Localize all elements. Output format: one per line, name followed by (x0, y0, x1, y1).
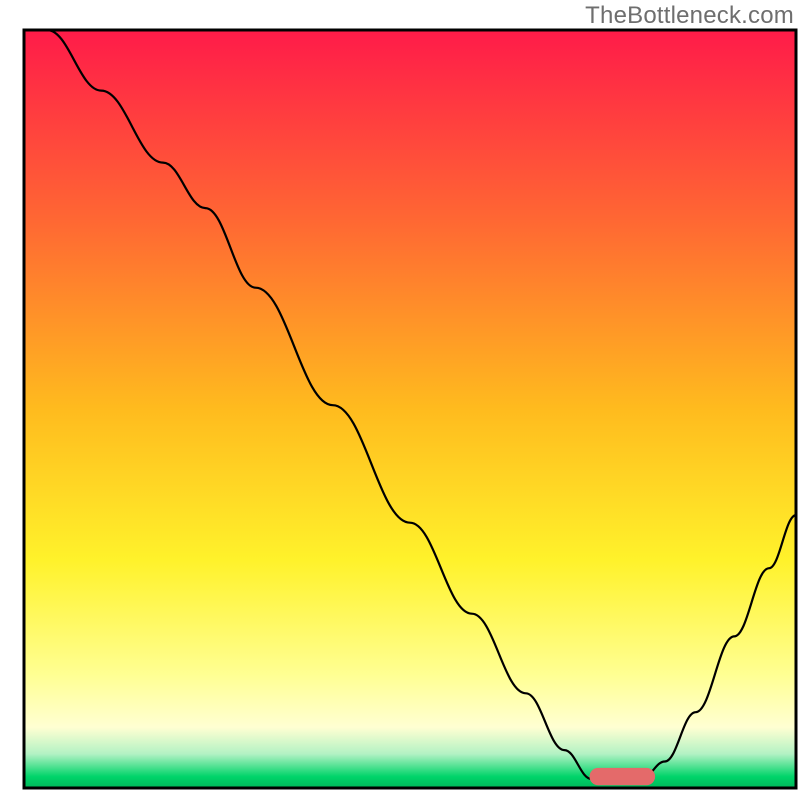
watermark-text: TheBottleneck.com (585, 2, 794, 30)
bottleneck-chart: TheBottleneck.com (0, 0, 800, 800)
optimal-zone-marker (590, 768, 656, 785)
gradient-background (24, 30, 796, 788)
chart-svg (0, 0, 800, 800)
